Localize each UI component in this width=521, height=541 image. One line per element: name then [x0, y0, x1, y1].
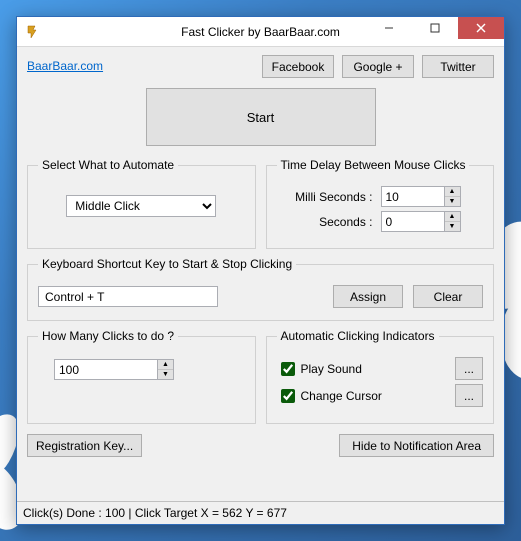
- sec-spinner[interactable]: ▲ ▼: [381, 211, 461, 232]
- howmany-input[interactable]: [54, 359, 158, 380]
- ms-spin-up[interactable]: ▲: [445, 187, 460, 197]
- delay-legend: Time Delay Between Mouse Clicks: [277, 158, 470, 172]
- indicators-legend: Automatic Clicking Indicators: [277, 329, 439, 343]
- minimize-button[interactable]: [366, 17, 412, 39]
- facebook-button[interactable]: Facebook: [262, 55, 334, 78]
- status-bar: Click(s) Done : 100 | Click Target X = 5…: [17, 501, 504, 524]
- play-sound-label: Play Sound: [301, 362, 362, 376]
- assign-button[interactable]: Assign: [333, 285, 403, 308]
- sec-input[interactable]: [381, 211, 445, 232]
- indicators-group: Automatic Clicking Indicators Play Sound…: [266, 329, 495, 424]
- change-cursor-label: Change Cursor: [301, 389, 382, 403]
- change-cursor-browse-button[interactable]: ...: [455, 384, 483, 407]
- delay-group: Time Delay Between Mouse Clicks Milli Se…: [266, 158, 495, 249]
- shortcut-group: Keyboard Shortcut Key to Start & Stop Cl…: [27, 257, 494, 321]
- close-button[interactable]: [458, 17, 504, 39]
- start-button[interactable]: Start: [146, 88, 376, 146]
- registration-key-button[interactable]: Registration Key...: [27, 434, 142, 457]
- ms-label: Milli Seconds :: [277, 190, 373, 204]
- howmany-spin-down[interactable]: ▼: [158, 370, 173, 379]
- googleplus-button[interactable]: Google +: [342, 55, 414, 78]
- change-cursor-checkbox[interactable]: [281, 389, 295, 403]
- automate-group: Select What to Automate Middle Click: [27, 158, 256, 249]
- ms-spin-down[interactable]: ▼: [445, 197, 460, 206]
- maximize-button[interactable]: [412, 17, 458, 39]
- title-bar[interactable]: Fast Clicker by BaarBaar.com: [17, 17, 504, 47]
- play-sound-checkbox[interactable]: [281, 362, 295, 376]
- hide-to-tray-button[interactable]: Hide to Notification Area: [339, 434, 494, 457]
- app-icon: [25, 24, 41, 40]
- app-window: Fast Clicker by BaarBaar.com BaarBaar.co…: [16, 16, 505, 525]
- automate-select[interactable]: Middle Click: [66, 195, 216, 217]
- shortcut-input[interactable]: [38, 286, 218, 307]
- howmany-legend: How Many Clicks to do ?: [38, 329, 178, 343]
- sec-label: Seconds :: [277, 215, 373, 229]
- ms-input[interactable]: [381, 186, 445, 207]
- shortcut-legend: Keyboard Shortcut Key to Start & Stop Cl…: [38, 257, 296, 271]
- twitter-button[interactable]: Twitter: [422, 55, 494, 78]
- howmany-group: How Many Clicks to do ? ▲ ▼: [27, 329, 256, 424]
- clear-button[interactable]: Clear: [413, 285, 483, 308]
- automate-legend: Select What to Automate: [38, 158, 178, 172]
- sec-spin-down[interactable]: ▼: [445, 222, 460, 231]
- play-sound-browse-button[interactable]: ...: [455, 357, 483, 380]
- sec-spin-up[interactable]: ▲: [445, 212, 460, 222]
- howmany-spin-up[interactable]: ▲: [158, 360, 173, 370]
- howmany-spinner[interactable]: ▲ ▼: [54, 359, 174, 380]
- ms-spinner[interactable]: ▲ ▼: [381, 186, 461, 207]
- homepage-link[interactable]: BaarBaar.com: [27, 55, 103, 73]
